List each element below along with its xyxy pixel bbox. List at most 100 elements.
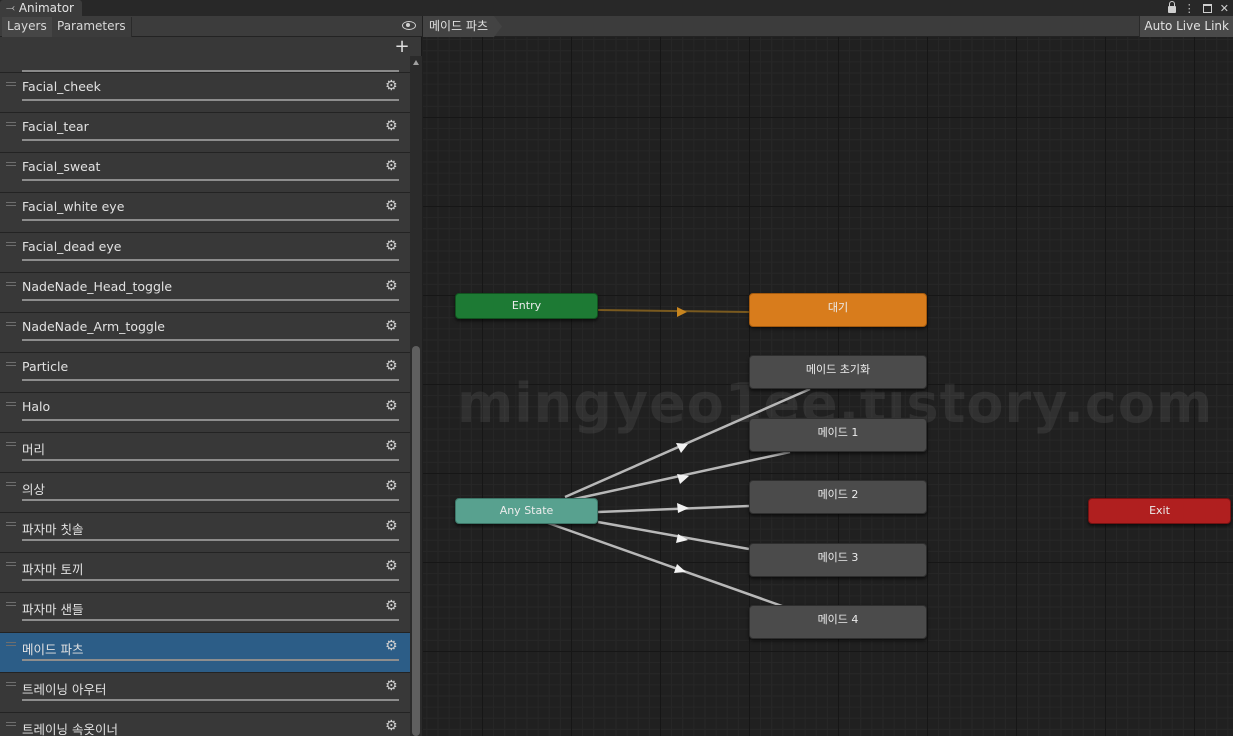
gear-icon[interactable]: ⚙	[385, 679, 398, 693]
layer-row[interactable]: Facial_white eye ⚙	[0, 192, 410, 232]
layer-name: Facial_cheek	[22, 79, 101, 94]
drag-handle-icon[interactable]	[6, 322, 16, 326]
gear-icon[interactable]: ⚙	[385, 319, 398, 333]
layer-row[interactable]: Facial_sweat ⚙	[0, 152, 410, 192]
state-node-init[interactable]: 메이드 초기화	[749, 355, 927, 389]
layer-name: NadeNade_Arm_toggle	[22, 319, 165, 334]
layer-row-selected[interactable]: 메이드 파츠 ⚙	[0, 632, 410, 672]
entry-node[interactable]: Entry	[455, 293, 598, 319]
lock-icon[interactable]	[1167, 1, 1176, 13]
drag-handle-icon[interactable]	[6, 682, 16, 686]
gear-icon[interactable]: ⚙	[385, 159, 398, 173]
gear-icon[interactable]: ⚙	[385, 559, 398, 573]
layer-weight-bar	[22, 179, 399, 181]
drag-handle-icon[interactable]	[6, 162, 16, 166]
layer-name: 트레이닝 아우터	[22, 682, 107, 697]
drag-handle-icon[interactable]	[6, 522, 16, 526]
scrollbar-thumb[interactable]	[412, 346, 420, 736]
drag-handle-icon[interactable]	[6, 202, 16, 206]
window-titlebar: ⤙ Animator ⋮ ✕	[0, 0, 1233, 16]
state-node-3[interactable]: 메이드 3	[749, 543, 927, 577]
layer-row[interactable]: 머리 ⚙	[0, 432, 410, 472]
drag-handle-icon[interactable]	[6, 642, 16, 646]
state-node-2[interactable]: 메이드 2	[749, 480, 927, 514]
animator-window-tab[interactable]: ⤙ Animator	[0, 0, 82, 16]
layer-weight-bar	[22, 379, 399, 381]
layer-weight-bar	[22, 499, 399, 501]
layer-name: 메이드 파츠	[22, 642, 84, 657]
drag-handle-icon[interactable]	[6, 562, 16, 566]
node-label: 메이드 4	[817, 613, 859, 626]
more-options-icon[interactable]: ⋮	[1184, 2, 1195, 15]
drag-handle-icon[interactable]	[6, 442, 16, 446]
gear-icon[interactable]: ⚙	[385, 119, 398, 133]
any-state-node[interactable]: Any State	[455, 498, 598, 524]
layer-row[interactable]: Facial_cheek ⚙	[0, 72, 410, 112]
drag-handle-icon[interactable]	[6, 362, 16, 366]
layer-name: Halo	[22, 399, 51, 414]
node-label: 메이드 3	[817, 551, 859, 564]
layer-row[interactable]: 트레이닝 속옷이너 ⚙	[0, 712, 410, 736]
layer-row[interactable]: Facial_tear ⚙	[0, 112, 410, 152]
drag-handle-icon[interactable]	[6, 722, 16, 726]
gear-icon[interactable]: ⚙	[385, 519, 398, 533]
layer-weight-bar	[22, 539, 399, 541]
gear-icon[interactable]: ⚙	[385, 199, 398, 213]
maximize-icon[interactable]	[1202, 3, 1212, 13]
drag-handle-icon[interactable]	[6, 242, 16, 246]
layer-row[interactable]: Particle ⚙	[0, 352, 410, 392]
layer-row[interactable]: NadeNade_Head_toggle ⚙	[0, 272, 410, 312]
window-title: Animator	[18, 1, 74, 15]
gear-icon[interactable]: ⚙	[385, 79, 398, 93]
tab-layers[interactable]: Layers	[2, 17, 53, 37]
node-label: Entry	[511, 299, 542, 312]
layer-row[interactable]: NadeNade_Arm_toggle ⚙	[0, 312, 410, 352]
layer-name: NadeNade_Head_toggle	[22, 279, 173, 294]
state-node-4[interactable]: 메이드 4	[749, 605, 927, 639]
layer-row[interactable]: 파자마 토끼 ⚙	[0, 552, 410, 592]
close-icon[interactable]: ✕	[1220, 2, 1229, 15]
layer-row[interactable]: Halo ⚙	[0, 392, 410, 432]
drag-handle-icon[interactable]	[6, 282, 16, 286]
node-label: Any State	[499, 504, 554, 517]
default-state-node[interactable]: 대기	[749, 293, 927, 327]
gear-icon[interactable]: ⚙	[385, 239, 398, 253]
drag-handle-icon[interactable]	[6, 122, 16, 126]
layer-add-row: +	[0, 38, 410, 72]
eye-icon[interactable]	[402, 21, 416, 30]
auto-live-link-button[interactable]: Auto Live Link	[1139, 16, 1233, 37]
drag-handle-icon[interactable]	[6, 402, 16, 406]
node-label: 메이드 초기화	[805, 363, 871, 376]
layer-row[interactable]: 파자마 칫솔 ⚙	[0, 512, 410, 552]
add-layer-button[interactable]: +	[394, 38, 410, 57]
layer-weight-bar	[22, 699, 399, 701]
layer-name: 트레이닝 속옷이너	[22, 722, 118, 736]
layer-weight-bar	[22, 659, 399, 661]
drag-handle-icon[interactable]	[6, 482, 16, 486]
gear-icon[interactable]: ⚙	[385, 399, 398, 413]
drag-handle-icon[interactable]	[6, 82, 16, 86]
tab-parameters[interactable]: Parameters	[52, 17, 132, 37]
gear-icon[interactable]: ⚙	[385, 719, 398, 733]
layer-name: Facial_white eye	[22, 199, 125, 214]
layer-row[interactable]: Facial_dead eye ⚙	[0, 232, 410, 272]
drag-handle-icon[interactable]	[6, 602, 16, 606]
layer-weight-bar	[22, 99, 399, 101]
layer-row[interactable]: 트레이닝 아우터 ⚙	[0, 672, 410, 712]
breadcrumb[interactable]: 메이드 파츠	[423, 16, 502, 37]
gear-icon[interactable]: ⚙	[385, 359, 398, 373]
gear-icon[interactable]: ⚙	[385, 279, 398, 293]
layer-name: 의상	[22, 482, 46, 497]
gear-icon[interactable]: ⚙	[385, 639, 398, 653]
scroll-up-arrow-icon[interactable]	[413, 60, 419, 65]
layer-row[interactable]: 파자마 샌들 ⚙	[0, 592, 410, 632]
exit-node[interactable]: Exit	[1088, 498, 1231, 524]
gear-icon[interactable]: ⚙	[385, 439, 398, 453]
state-node-1[interactable]: 메이드 1	[749, 418, 927, 452]
node-label: 대기	[827, 301, 849, 314]
gear-icon[interactable]: ⚙	[385, 599, 398, 613]
gear-icon[interactable]: ⚙	[385, 479, 398, 493]
layers-panel: Layers Parameters + Facial_cheek ⚙ Facia…	[0, 16, 422, 736]
layer-weight-bar	[22, 139, 399, 141]
layer-row[interactable]: 의상 ⚙	[0, 472, 410, 512]
